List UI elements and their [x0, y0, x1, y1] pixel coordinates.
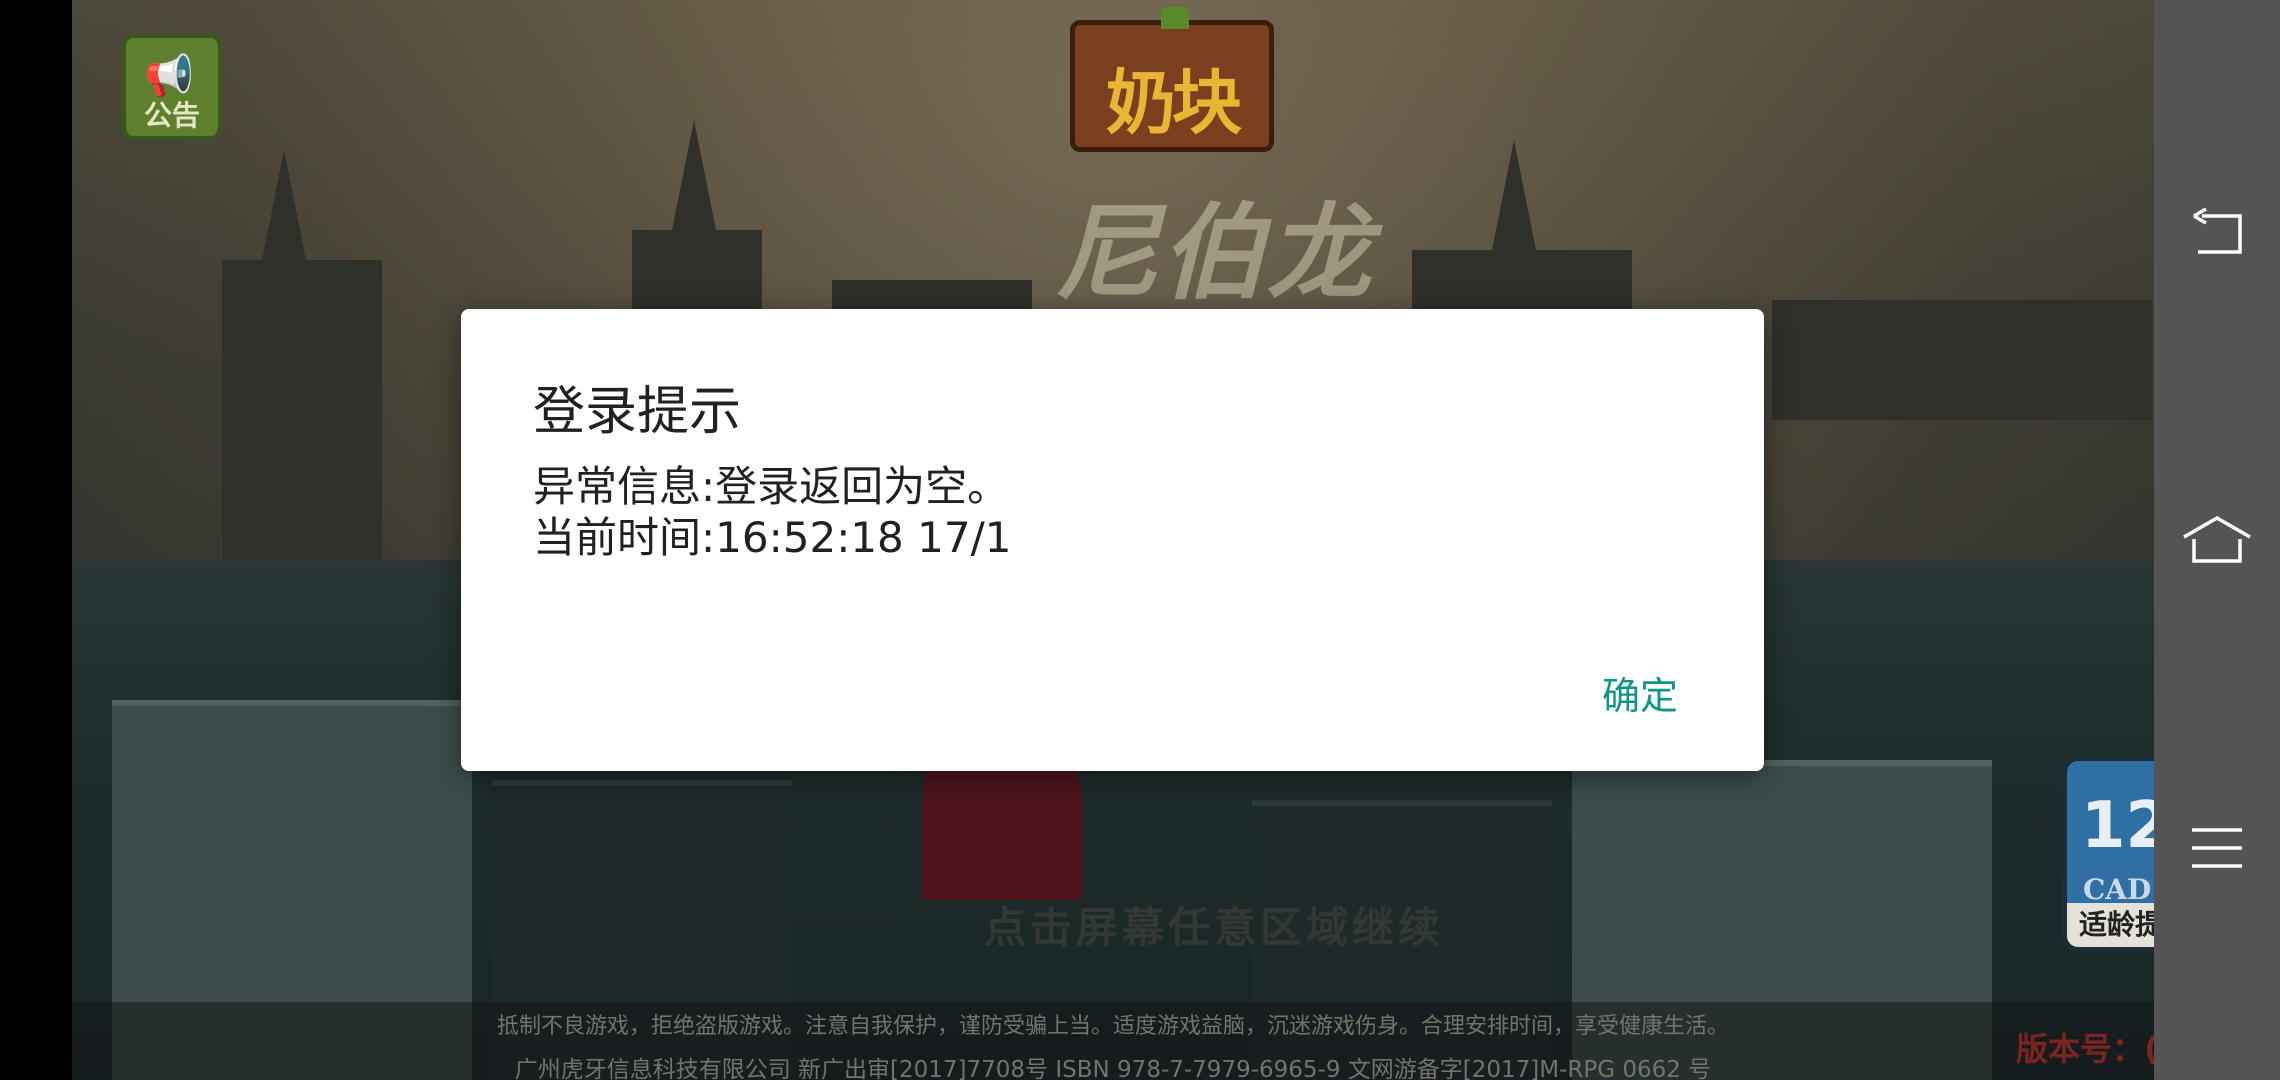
confirm-button[interactable]: 确定 [1602, 657, 1678, 728]
megaphone-icon: 📢 [144, 53, 194, 99]
health-notice: 抵制不良游戏，拒绝盗版游戏。注意自我保护，谨防受骗上当。适度游戏益脑，沉迷游戏伤… [496, 1014, 1729, 1039]
logo-leaf [1161, 7, 1189, 29]
dialog-title: 登录提示 [533, 382, 742, 442]
login-alert-dialog: 登录提示 异常信息:登录返回为空。 当前时间:16:52:18 17/1 确定 [461, 309, 1764, 771]
age-code: CAD [2083, 873, 2152, 906]
back-icon [2193, 208, 2242, 254]
notice-label: 公告 [143, 99, 200, 132]
menu-icon [2192, 828, 2242, 868]
system-nav-bar [2154, 0, 2280, 1080]
age-number: 12 [2081, 789, 2154, 863]
game-logo: 奶块 [1070, 7, 1274, 152]
home-icon [2183, 515, 2251, 563]
error-message: 异常信息:登录返回为空。 [533, 462, 1010, 511]
logo-text: 奶块 [1106, 62, 1242, 144]
current-time: 当前时间:16:52:18 17/1 [533, 513, 1012, 562]
version-label: 版本号：( [2016, 1030, 2154, 1068]
age-label: 适龄提 [2067, 903, 2154, 947]
dialog-message: 异常信息:登录返回为空。 当前时间:16:52:18 17/1 [533, 461, 1011, 563]
back-button[interactable] [2154, 184, 2280, 280]
age-rating-badge: 12 CAD 适龄提 [2062, 756, 2154, 952]
home-button[interactable] [2154, 492, 2280, 588]
menu-button[interactable] [2154, 800, 2280, 896]
tap-to-continue: 点击屏幕任意区域继续 [983, 903, 1444, 952]
license-info: 广州虎牙信息科技有限公司 新广出审[2017]7708号 ISBN 978-7-… [514, 1057, 1712, 1080]
notice-button[interactable]: 📢 公告 [122, 34, 222, 140]
